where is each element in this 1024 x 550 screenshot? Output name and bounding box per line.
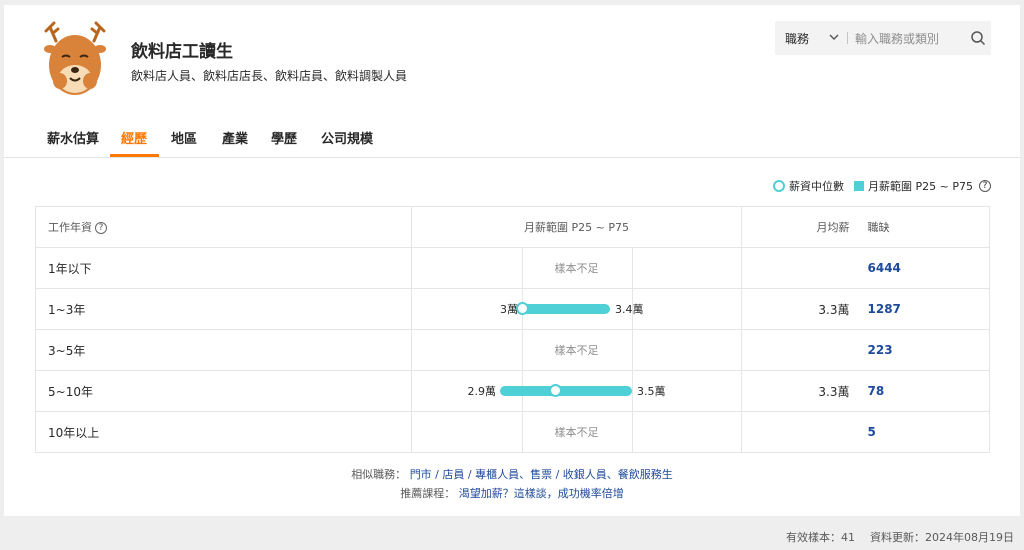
row-experience: 1~3年 <box>35 288 412 330</box>
row-openings: 223 <box>855 329 990 371</box>
search-input[interactable]: 輸入職務或類別 <box>855 30 939 47</box>
grid-line <box>522 412 523 452</box>
row-avg-salary: 3.3萬 <box>741 370 856 412</box>
similar-jobs: 相似職務： 門市 / 店員 / 專櫃人員、售票 / 收銀人員、餐飲服務生 <box>4 466 1020 482</box>
row-avg-salary <box>741 247 856 289</box>
table-row: 1年以下 樣本不足 6444 <box>35 247 990 289</box>
openings-link[interactable]: 223 <box>868 343 893 357</box>
header-range: 月薪範圍 P25 ~ P75 <box>411 206 742 248</box>
category-select[interactable]: 職務 <box>785 30 809 47</box>
deer-mascot-icon <box>44 21 106 95</box>
course-label: 推薦課程： <box>400 487 456 500</box>
grid-line <box>522 330 523 370</box>
openings-link[interactable]: 5 <box>868 425 876 439</box>
table-row: 3~5年 樣本不足 223 <box>35 329 990 371</box>
openings-link[interactable]: 1287 <box>868 302 901 316</box>
header: 飲料店工讀生 飲料店人員、飲料店店長、飲料店員、飲料調製人員 職務 輸入職務或類… <box>4 5 1020 113</box>
table-row: 10年以上 樣本不足 5 <box>35 411 990 453</box>
insufficient-sample-text: 樣本不足 <box>554 344 599 357</box>
insufficient-sample-text: 樣本不足 <box>554 262 599 275</box>
salary-card: 飲料店工讀生 飲料店人員、飲料店店長、飲料店員、飲料調製人員 職務 輸入職務或類… <box>4 5 1020 516</box>
row-range: 樣本不足 <box>411 247 742 289</box>
median-marker <box>549 384 562 397</box>
recommended-course: 推薦課程： 渴望加薪？這樣談，成功機率倍增 <box>4 485 1020 501</box>
legend: 薪資中位數 月薪範圍 P25 ~ P75 ? <box>773 178 991 194</box>
p25-label: 3萬 <box>500 303 518 316</box>
search-icon[interactable] <box>970 30 986 46</box>
page-title: 飲料店工讀生 <box>131 42 233 62</box>
data-meta: 有效樣本：41 資料更新：2024年08月19日 <box>786 529 1014 545</box>
course-link[interactable]: 渴望加薪？這樣談，成功機率倍增 <box>459 487 624 500</box>
median-ring-icon <box>773 180 786 192</box>
row-range: 2.9萬 3.5萬 <box>411 370 742 412</box>
p25-label: 2.9萬 <box>467 385 497 398</box>
insufficient-sample-text: 樣本不足 <box>554 426 599 439</box>
grid-line <box>632 330 633 370</box>
help-icon[interactable]: ? <box>95 222 107 234</box>
row-experience: 10年以上 <box>35 411 412 453</box>
range-bar-icon <box>854 181 865 191</box>
salary-table: 工作年資? 月薪範圍 P25 ~ P75 月均薪 職缺 1年以下 樣本不足 6444… <box>35 206 990 453</box>
help-icon[interactable]: ? <box>979 180 991 192</box>
openings-link[interactable]: 6444 <box>868 261 901 275</box>
chevron-down-icon[interactable] <box>827 30 841 44</box>
row-openings: 1287 <box>855 288 990 330</box>
tab-region[interactable]: 地區 <box>171 128 197 147</box>
grid-line <box>632 371 633 411</box>
header-avg: 月均薪 <box>741 206 856 248</box>
tab-company-size[interactable]: 公司規模 <box>321 128 373 147</box>
row-avg-salary <box>741 411 856 453</box>
grid-line <box>632 248 633 288</box>
header-experience: 工作年資? <box>35 206 412 248</box>
p75-label: 3.5萬 <box>637 385 666 398</box>
range-bar <box>522 304 610 314</box>
search-divider <box>847 32 848 44</box>
page-subtitle: 飲料店人員、飲料店店長、飲料店員、飲料調製人員 <box>131 69 408 83</box>
range-bar <box>500 386 632 396</box>
row-range: 3萬 3.4萬 <box>411 288 742 330</box>
row-openings: 6444 <box>855 247 990 289</box>
update-date: 資料更新：2024年08月19日 <box>870 531 1014 544</box>
tab-industry[interactable]: 產業 <box>222 128 248 147</box>
table-row: 5~10年 2.9萬 3.5萬 3.3萬 78 <box>35 370 990 412</box>
similar-jobs-link[interactable]: 門市 / 店員 / 專櫃人員、售票 / 收銀人員、餐飲服務生 <box>410 468 673 481</box>
row-experience: 3~5年 <box>35 329 412 371</box>
tab-salary-estimate[interactable]: 薪水估算 <box>47 128 99 147</box>
legend-median-label: 薪資中位數 <box>789 180 845 193</box>
header-openings: 職缺 <box>855 206 990 248</box>
row-range: 樣本不足 <box>411 329 742 371</box>
row-openings: 5 <box>855 411 990 453</box>
active-tab-indicator <box>110 154 159 157</box>
table-row: 1~3年 3萬 3.4萬 3.3萬 1287 <box>35 288 990 330</box>
tab-bar: 薪水估算 經歷 地區 產業 學歷 公司規模 <box>4 113 1020 158</box>
tab-experience[interactable]: 經歷 <box>121 128 147 147</box>
row-openings: 78 <box>855 370 990 412</box>
row-range: 樣本不足 <box>411 411 742 453</box>
grid-line <box>632 412 633 452</box>
tab-education[interactable]: 學歷 <box>271 128 297 147</box>
search-bar: 職務 輸入職務或類別 <box>775 21 991 55</box>
sample-count: 有效樣本：41 <box>786 531 855 544</box>
row-experience: 1年以下 <box>35 247 412 289</box>
table-header-row: 工作年資? 月薪範圍 P25 ~ P75 月均薪 職缺 <box>35 206 990 248</box>
openings-link[interactable]: 78 <box>868 384 885 398</box>
row-experience: 5~10年 <box>35 370 412 412</box>
row-avg-salary: 3.3萬 <box>741 288 856 330</box>
p75-label: 3.4萬 <box>615 303 644 316</box>
grid-line <box>522 248 523 288</box>
row-avg-salary <box>741 329 856 371</box>
legend-range-label: 月薪範圍 P25 ~ P75 <box>868 180 973 193</box>
similar-jobs-label: 相似職務： <box>351 468 407 481</box>
